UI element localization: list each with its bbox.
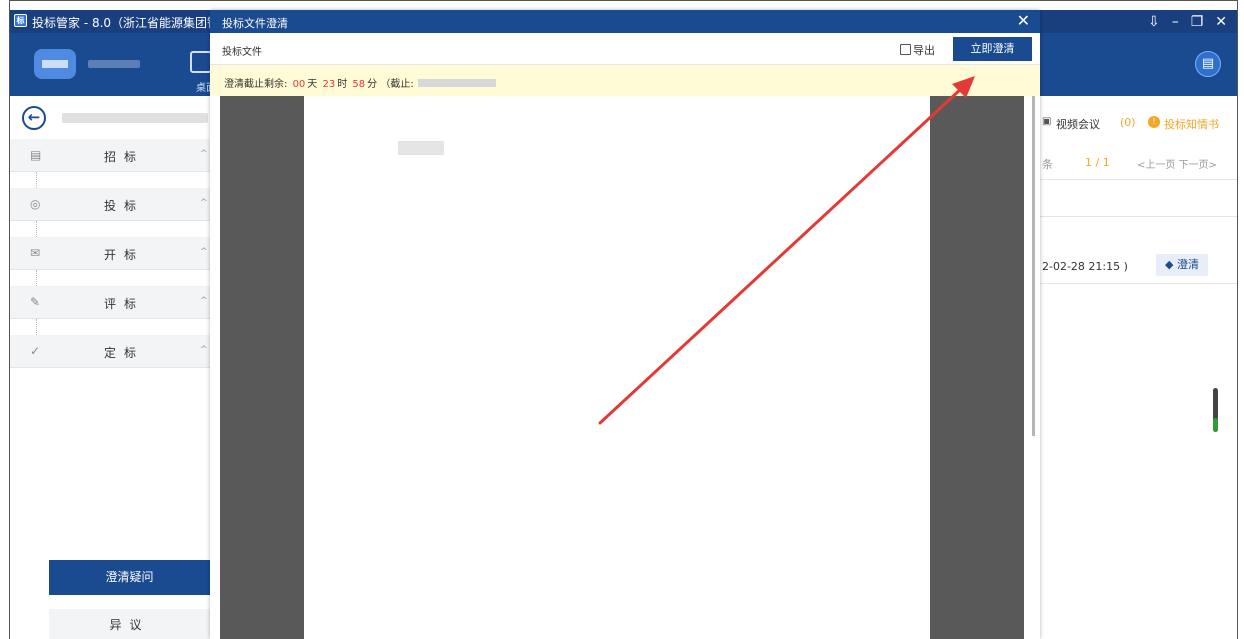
chevron-up-icon: ^ xyxy=(200,149,208,159)
doc-scrollbar[interactable] xyxy=(1032,96,1035,436)
deadline-minutes: 58 xyxy=(352,79,366,90)
pager: 条 1 / 1 <上一页 下一页> xyxy=(1040,148,1237,180)
close-icon[interactable]: ✕ xyxy=(1017,11,1030,30)
document-viewer[interactable] xyxy=(210,96,1040,639)
clarify-button-label: 澄清 xyxy=(1176,258,1199,271)
deadline-hours: 23 xyxy=(322,79,336,90)
app-logo-icon: 标 xyxy=(14,14,27,27)
modal-title: 投标文件澄清 xyxy=(222,17,288,30)
chevron-up-icon: ^ xyxy=(200,345,208,355)
objection-button[interactable]: 异议 xyxy=(49,609,210,639)
chevron-up-icon: ^ xyxy=(200,296,208,306)
save-icon xyxy=(900,44,911,55)
deadline-text: 澄清截止剩余: 00 天 23 时 58 分 （截止: xyxy=(224,75,496,90)
modal-title-bar: 投标文件澄清 ✕ xyxy=(210,10,1040,33)
pager-unit: 条 xyxy=(1042,158,1053,171)
deadline-bar: 澄清截止剩余: 00 天 23 时 58 分 （截止: xyxy=(210,65,1040,96)
pager-links[interactable]: <上一页 下一页> xyxy=(1137,156,1217,171)
modal-toolbar: 投标文件 导出 立即澄清 xyxy=(210,33,1040,65)
deadline-until: （截止: xyxy=(380,79,414,90)
envelope-icon: ✉ xyxy=(30,246,41,260)
sidebar-item-label: 定标 xyxy=(104,346,145,360)
days-unit: 天 xyxy=(307,79,318,90)
user-name-redacted xyxy=(88,60,140,68)
close-icon[interactable]: ✕ xyxy=(1215,14,1227,30)
chevron-up-icon: ^ xyxy=(200,247,208,257)
pager-page: 1 / 1 xyxy=(1085,156,1110,169)
export-button[interactable]: 导出 xyxy=(900,42,935,58)
target-icon: ◎ xyxy=(30,197,41,211)
table-row: 2-02-28 21:15 ) ◆ 澄清 xyxy=(1040,246,1237,284)
deadline-date-redacted xyxy=(417,79,496,87)
clarify-button[interactable]: ◆ 澄清 xyxy=(1156,254,1208,276)
check-circle-icon: ✓ xyxy=(30,344,41,358)
clipboard-icon[interactable]: ▤ xyxy=(1195,51,1221,77)
sidebar-item-dingbiao[interactable]: ✓ 定标 ^ xyxy=(10,335,210,368)
project-name-redacted xyxy=(62,113,208,123)
app-title: 投标管家 - 8.0（浙江省能源集团智慧 xyxy=(32,16,232,30)
bid-notice-link[interactable]: 投标知情书 xyxy=(1164,116,1219,132)
minimize-icon[interactable]: – xyxy=(1172,14,1179,30)
video-icon: ▣ xyxy=(1042,116,1052,127)
deadline-days: 00 xyxy=(292,79,306,90)
doc-margin-right xyxy=(930,96,1024,639)
doc-page xyxy=(304,96,930,639)
nav-connector xyxy=(36,221,37,237)
nav-connector xyxy=(36,270,37,286)
video-row: ▣ 视频会议 (0) ! 投标知情书 xyxy=(1040,114,1237,132)
sidebar-item-kaibiao[interactable]: ✉ 开标 ^ xyxy=(10,237,210,270)
export-label: 导出 xyxy=(913,44,935,57)
window-controls: ⇩ – ❐ ✕ xyxy=(1148,10,1227,33)
chevron-up-icon: ^ xyxy=(200,198,208,208)
sidebar-item-label: 评标 xyxy=(104,297,145,311)
nav-connector xyxy=(36,172,37,188)
edit-icon: ✎ xyxy=(30,295,41,309)
sidebar-item-toubiao[interactable]: ◎ 投标 ^ xyxy=(10,188,210,221)
row-date: 2-02-28 21:15 ) xyxy=(1042,260,1128,273)
back-arrow-icon[interactable]: ← xyxy=(22,106,46,130)
clarify-now-button[interactable]: 立即澄清 xyxy=(953,37,1032,61)
doc-text-redacted xyxy=(398,141,444,155)
frame-right xyxy=(1237,0,1238,639)
scrollbar-indicator xyxy=(1213,418,1218,432)
right-pane: ▣ 视频会议 (0) ! 投标知情书 条 1 / 1 <上一页 下一页> 2-0… xyxy=(1040,96,1237,639)
clarify-question-button[interactable]: 澄清疑问 xyxy=(49,560,210,595)
hours-unit: 时 xyxy=(337,79,348,90)
video-count: (0) xyxy=(1120,116,1136,129)
avatar[interactable] xyxy=(34,49,76,79)
notice-icon: ! xyxy=(1148,116,1160,128)
dropdown-icon[interactable]: ⇩ xyxy=(1148,14,1160,30)
deadline-prefix: 澄清截止剩余: xyxy=(224,79,288,90)
doc-margin-left xyxy=(220,96,304,639)
avatar-inner xyxy=(42,60,68,68)
sidebar-item-label: 开标 xyxy=(104,248,145,262)
sidebar-item-label: 投标 xyxy=(104,199,145,213)
frame-top xyxy=(9,0,1238,1)
document-icon: ▤ xyxy=(30,148,42,162)
nav-connector xyxy=(36,319,37,335)
clarify-modal: 投标文件澄清 ✕ 投标文件 导出 立即澄清 澄清截止剩余: 00 天 23 时 58… xyxy=(210,10,1040,639)
sidebar: ← ▤ 招标 ^ ◎ 投标 ^ ✉ 开标 ^ ✎ 评标 ^ ✓ 定标 ^ 澄清疑… xyxy=(10,96,210,639)
video-meeting-link[interactable]: 视频会议 xyxy=(1056,116,1100,132)
sidebar-item-zhaobiao[interactable]: ▤ 招标 ^ xyxy=(10,139,210,172)
doc-label: 投标文件 xyxy=(222,47,262,58)
divider xyxy=(1040,216,1237,217)
desktop-icon[interactable] xyxy=(190,51,212,73)
sidebar-item-label: 招标 xyxy=(104,150,145,164)
sidebar-item-pingbiao[interactable]: ✎ 评标 ^ xyxy=(10,286,210,319)
restore-icon[interactable]: ❐ xyxy=(1191,14,1204,30)
minutes-unit: 分 xyxy=(367,79,378,90)
